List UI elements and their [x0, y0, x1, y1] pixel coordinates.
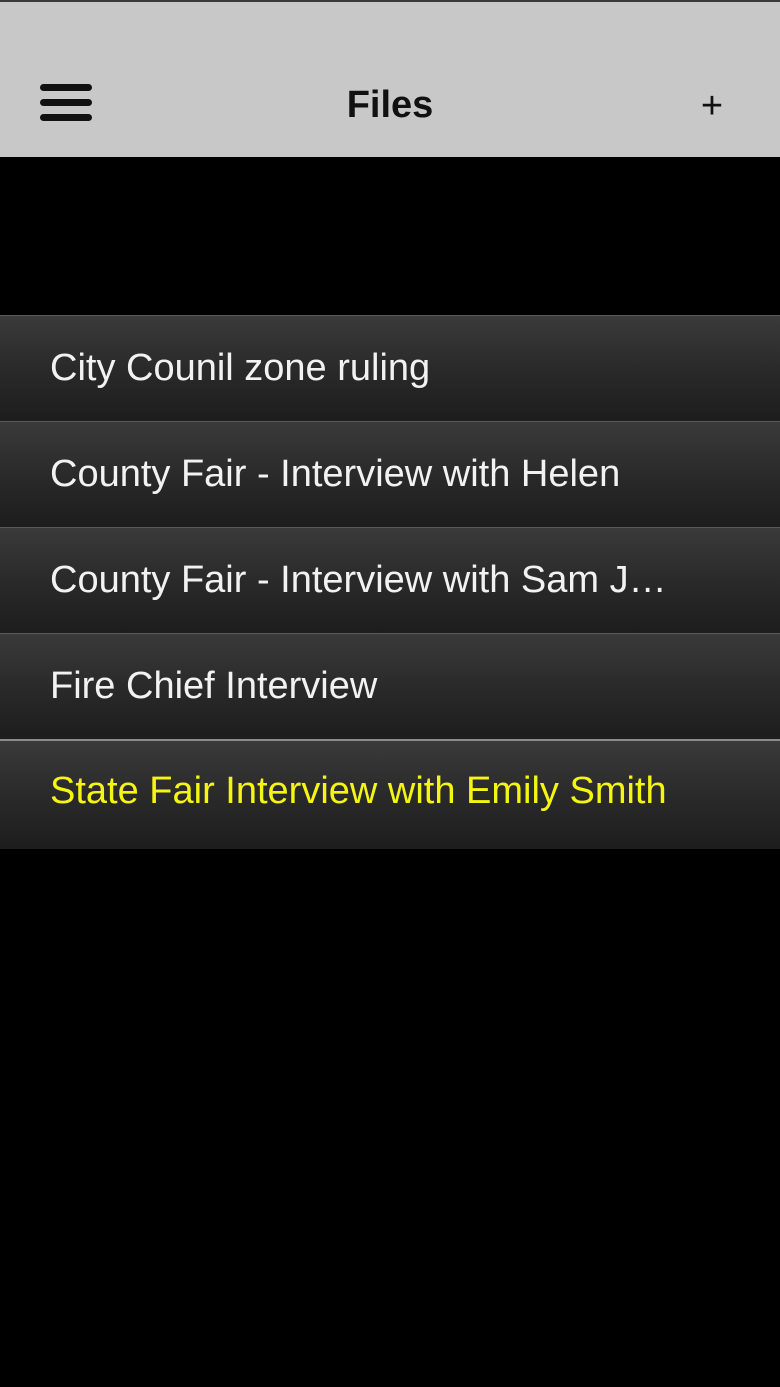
- file-label: County Fair - Interview with Helen: [50, 453, 621, 495]
- file-label: County Fair - Interview with Sam J…: [50, 559, 667, 601]
- files-screen: Files + City Counil zone ruling County F…: [0, 0, 780, 1387]
- file-row-state-fair-emily-smith[interactable]: State Fair Interview with Emily Smith: [0, 739, 780, 849]
- add-file-button[interactable]: +: [688, 82, 736, 130]
- file-label: City Counil zone ruling: [50, 347, 431, 389]
- menu-icon-bar-middle: [40, 99, 92, 106]
- menu-icon-bar-bottom: [40, 114, 92, 121]
- file-label: Fire Chief Interview: [50, 665, 378, 707]
- file-row-fire-chief-interview[interactable]: Fire Chief Interview: [0, 633, 780, 739]
- file-row-county-fair-sam[interactable]: County Fair - Interview with Sam J…: [0, 527, 780, 633]
- selected-file-label: State Fair Interview with Emily Smith: [50, 770, 667, 812]
- page-title: Files: [346, 84, 434, 126]
- hamburger-menu-icon[interactable]: [38, 82, 94, 122]
- navigation-bar: Files +: [0, 0, 780, 157]
- file-list: City Counil zone ruling County Fair - In…: [0, 315, 780, 849]
- file-row-city-council-zone-ruling[interactable]: City Counil zone ruling: [0, 315, 780, 421]
- file-row-county-fair-helen[interactable]: County Fair - Interview with Helen: [0, 421, 780, 527]
- menu-icon-bar-top: [40, 84, 92, 91]
